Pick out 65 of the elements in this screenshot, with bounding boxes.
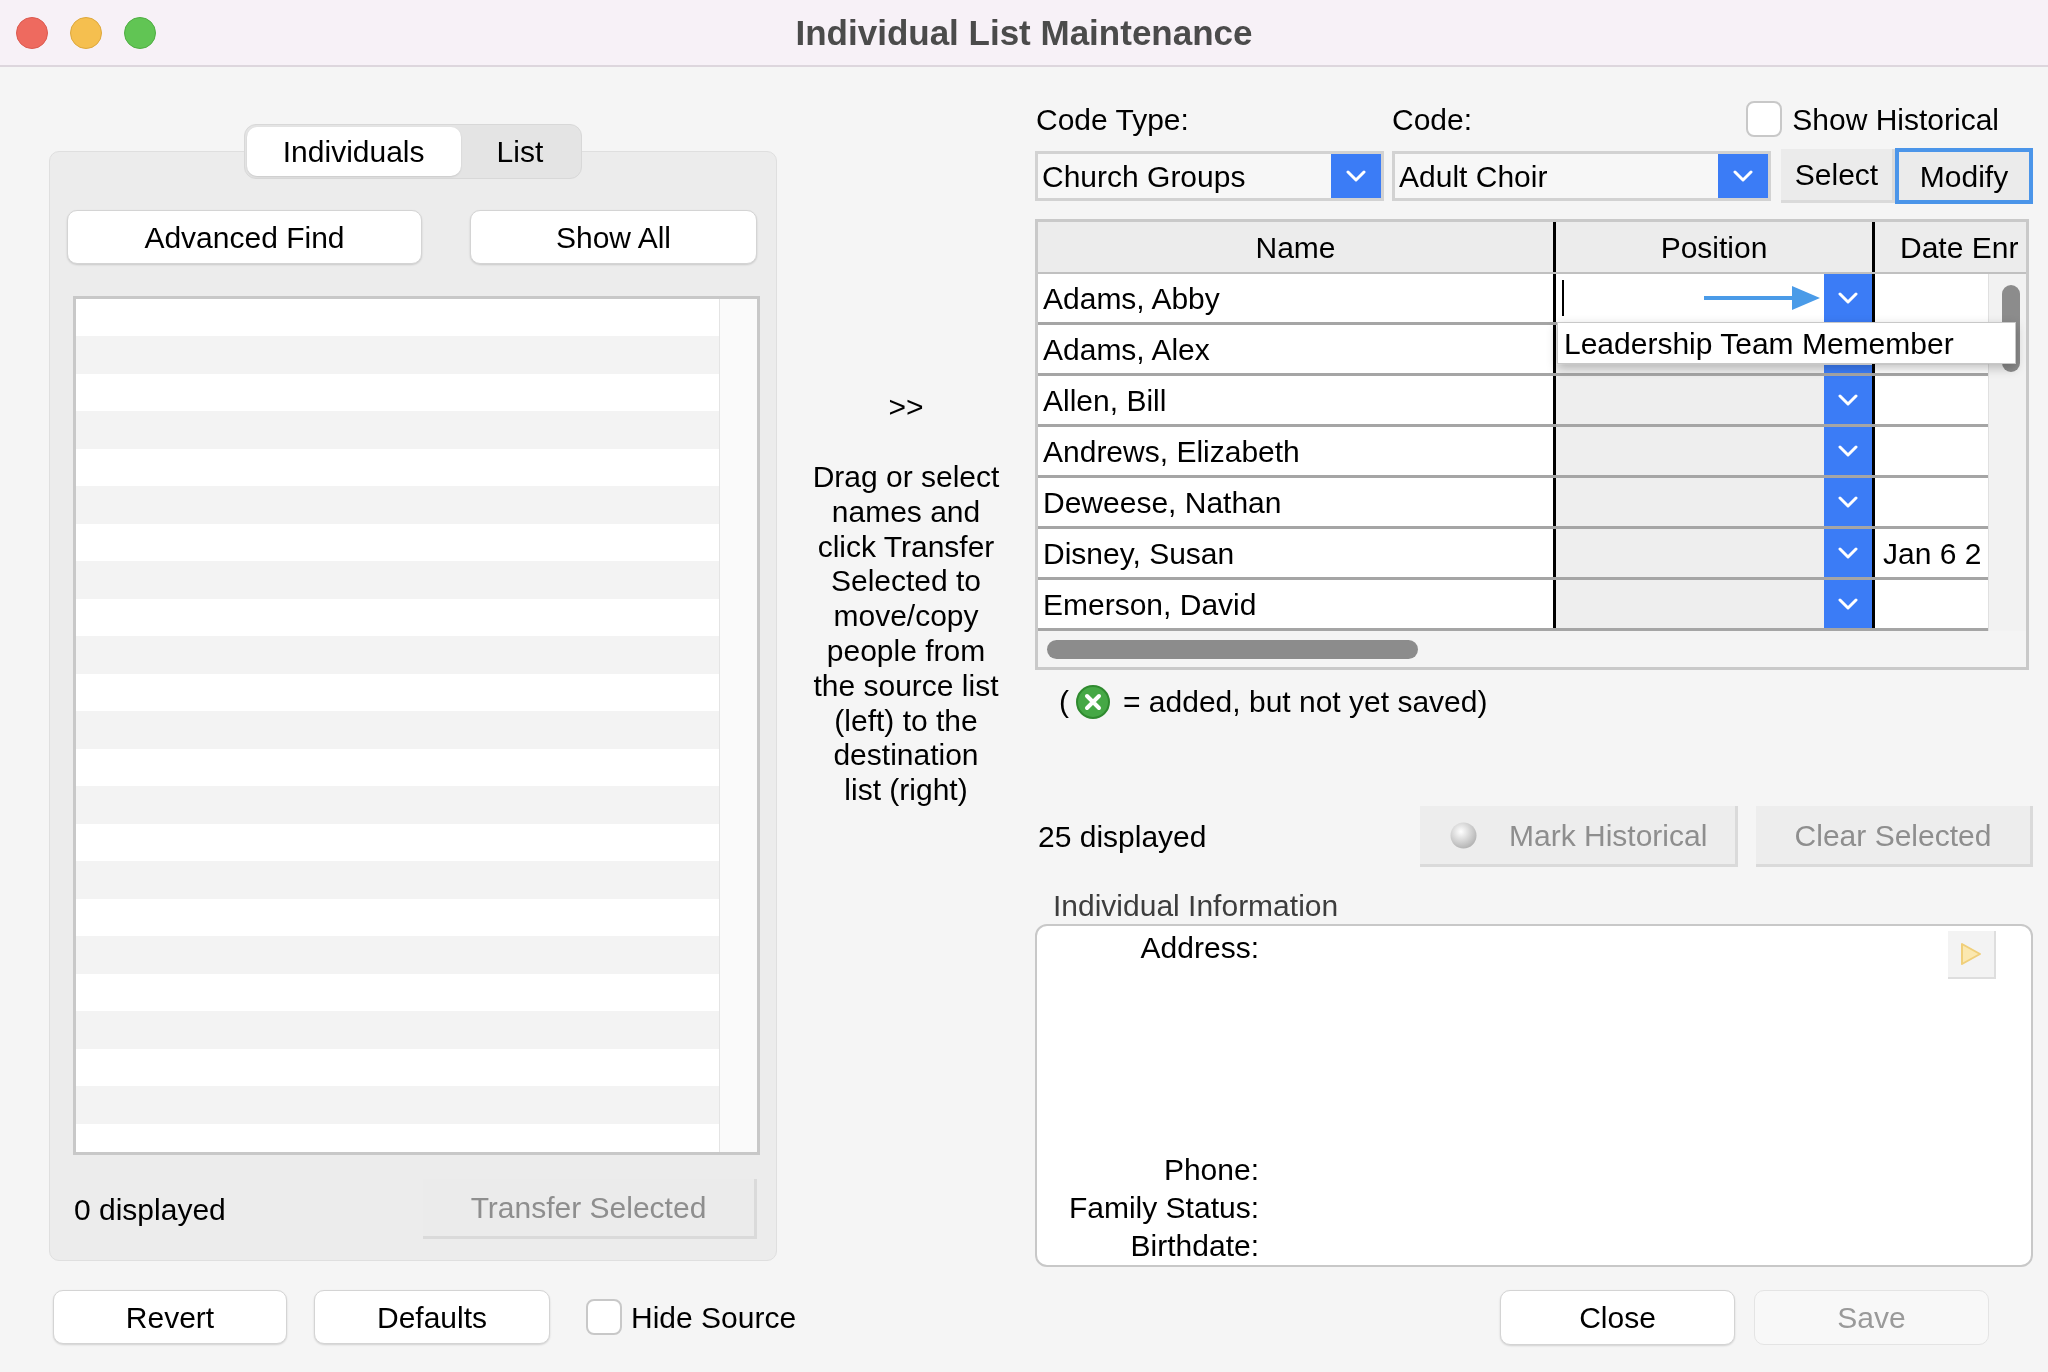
dropdown-option[interactable]: Leadership Team Memember (1557, 322, 2016, 364)
field-label: Code Type: (1036, 102, 1189, 136)
position-dropdown[interactable] (1553, 376, 1872, 424)
group-title: Individual Information (1053, 889, 1339, 922)
position-dropdown[interactable] (1553, 427, 1872, 475)
chevron-down-icon[interactable] (1824, 376, 1872, 424)
position-dropdown[interactable] (1553, 274, 1872, 322)
ball-icon (1450, 821, 1477, 849)
play-icon (1960, 942, 1982, 966)
column-header[interactable]: Position (1660, 229, 1768, 265)
modify-button[interactable]: Modify (1895, 148, 2033, 204)
instructions-text: Drag or select names and click Transfer Selected to move/copy people from the source list (left) to the destination list (right) (812, 460, 1000, 808)
table-cell: Andrews, Elizabeth (1038, 427, 1553, 475)
chevron-down-icon[interactable] (1824, 580, 1872, 628)
table-cell: Jan 6 2 (1872, 529, 1988, 577)
window-title: Individual List Maintenance (795, 15, 1253, 50)
field-label: Code: (1392, 102, 1473, 136)
text-cursor (1562, 280, 1564, 316)
checkbox-label: Hide Source (631, 1299, 797, 1335)
checkbox[interactable] (586, 1299, 622, 1335)
maximize-icon[interactable] (124, 16, 156, 49)
count-label: 25 displayed (1038, 820, 1207, 853)
chevron-down-icon[interactable] (1824, 478, 1872, 526)
table-cell: Deweese, Nathan (1038, 478, 1553, 526)
show-all-button[interactable]: Show All (470, 210, 757, 264)
field-label: Address: (1140, 931, 1259, 964)
chevron-down-icon[interactable] (1824, 427, 1872, 475)
chevron-down-icon[interactable] (1331, 154, 1381, 198)
legend-paren: ( (1059, 684, 1069, 719)
close-button[interactable]: Close (1500, 1290, 1735, 1345)
checkbox-label: Show Historical (1792, 101, 1999, 137)
scrollbar-thumb[interactable] (1047, 639, 1418, 659)
tab[interactable]: List (460, 127, 580, 176)
field-label: Birthdate: (1130, 1229, 1259, 1262)
table-cell: Allen, Bill (1038, 376, 1553, 424)
chevron-down-icon[interactable] (1824, 529, 1872, 577)
defaults-button[interactable]: Defaults (314, 1290, 550, 1344)
revert-button[interactable]: Revert (53, 1290, 287, 1344)
table-cell: Adams, Alex (1038, 325, 1553, 373)
chevron-down-icon[interactable] (1718, 154, 1768, 198)
table-cell: Emerson, David (1038, 580, 1553, 628)
chevron-down-icon[interactable] (1824, 274, 1872, 322)
legend-text: = added, but not yet saved) (1123, 684, 1488, 719)
position-dropdown[interactable] (1553, 478, 1872, 526)
column-header[interactable]: Name (1255, 229, 1336, 265)
checkbox[interactable] (1746, 101, 1783, 137)
count-label: 0 displayed (74, 1191, 226, 1227)
table-cell: Disney, Susan (1038, 529, 1553, 577)
table-cell: Adams, Abby (1038, 274, 1553, 322)
right-arrow-icon (1704, 284, 1820, 312)
dropdown[interactable]: Church Groups (1035, 151, 1384, 201)
position-dropdown[interactable] (1553, 529, 1872, 577)
field-label: Family Status: (1068, 1191, 1259, 1224)
position-dropdown[interactable] (1556, 365, 1872, 373)
column-header[interactable]: Date Enr (1900, 229, 2019, 265)
field-label: Phone: (1163, 1153, 1259, 1186)
position-dropdown[interactable] (1553, 580, 1872, 628)
minimize-icon[interactable] (70, 16, 102, 49)
transfer-symbol: >> (888, 389, 924, 424)
x-circle-icon (1076, 684, 1110, 719)
dropdown[interactable]: Adult Choir (1392, 151, 1771, 201)
close-icon[interactable] (16, 16, 48, 49)
select-button[interactable]: Select (1781, 149, 1895, 203)
advanced-find-button[interactable]: Advanced Find (67, 210, 422, 264)
tab[interactable]: Individuals (246, 127, 461, 176)
